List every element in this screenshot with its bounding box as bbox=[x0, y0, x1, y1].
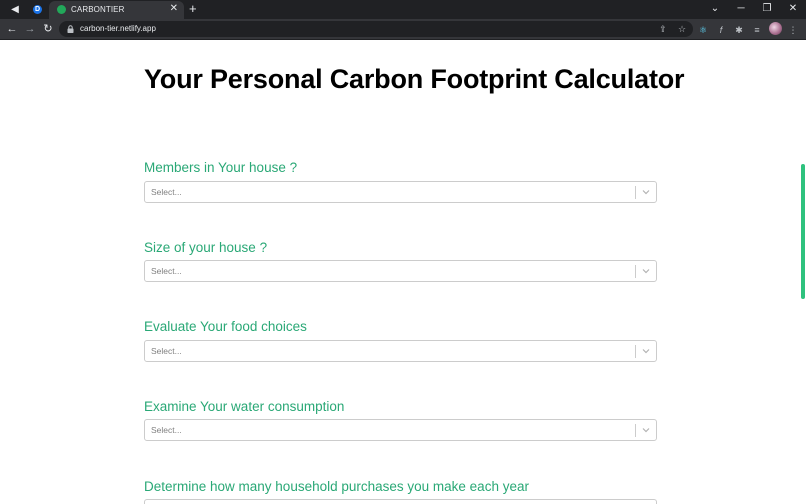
water-consumption-select[interactable]: Select... bbox=[144, 419, 657, 441]
lock-icon bbox=[67, 25, 74, 33]
tab-favicon bbox=[57, 5, 66, 14]
tab-strip: ◀ D CARBONTIER ✕ + ⌄ ─ ❐ ✕ bbox=[0, 0, 806, 19]
share-icon[interactable]: ⇪ bbox=[656, 22, 670, 36]
menu-kebab-icon[interactable]: ⋮ bbox=[786, 23, 800, 37]
household-purchases-select[interactable] bbox=[144, 499, 657, 504]
select-separator bbox=[635, 265, 636, 278]
select-placeholder: Select... bbox=[151, 346, 182, 356]
address-bar[interactable]: carbon-tier.netlify.app ⇪ ☆ bbox=[59, 21, 693, 37]
minimize-icon[interactable]: ─ bbox=[728, 0, 754, 19]
react-devtools-icon[interactable]: ⚛ bbox=[696, 23, 710, 37]
reload-icon[interactable]: ↻ bbox=[40, 21, 56, 37]
food-choices-select[interactable]: Select... bbox=[144, 340, 657, 362]
profile-avatar[interactable] bbox=[769, 22, 782, 35]
select-placeholder: Select... bbox=[151, 425, 182, 435]
chevron-down-icon[interactable] bbox=[641, 266, 651, 276]
question-label-water: Examine Your water consumption bbox=[144, 399, 345, 414]
pinned-tab-favicon: D bbox=[33, 5, 42, 14]
restore-icon[interactable]: ❐ bbox=[754, 0, 780, 19]
tab-search-icon[interactable]: ⌄ bbox=[702, 0, 728, 19]
close-window-icon[interactable]: ✕ bbox=[780, 0, 806, 19]
reading-list-icon[interactable]: ≡ bbox=[750, 23, 764, 37]
audio-icon[interactable]: ◀ bbox=[8, 0, 22, 19]
members-select[interactable]: Select... bbox=[144, 181, 657, 203]
extension-f-icon[interactable]: f bbox=[714, 23, 728, 37]
question-label-house-size: Size of your house ? bbox=[144, 240, 268, 255]
tab-title: CARBONTIER bbox=[71, 5, 125, 14]
chevron-down-icon[interactable] bbox=[641, 187, 651, 197]
select-placeholder: Select... bbox=[151, 266, 182, 276]
forward-icon[interactable]: → bbox=[22, 21, 38, 37]
question-label-food: Evaluate Your food choices bbox=[144, 319, 307, 334]
select-separator bbox=[635, 424, 636, 437]
question-label-purchases: Determine how many household purchases y… bbox=[144, 479, 529, 494]
chevron-down-icon[interactable] bbox=[641, 425, 651, 435]
select-separator bbox=[635, 186, 636, 199]
question-label-members: Members in Your house ? bbox=[144, 160, 298, 175]
chevron-down-icon[interactable] bbox=[641, 346, 651, 356]
page-title: Your Personal Carbon Footprint Calculato… bbox=[144, 64, 685, 94]
pinned-tab[interactable]: D bbox=[29, 2, 45, 17]
select-separator bbox=[635, 345, 636, 358]
house-size-select[interactable]: Select... bbox=[144, 260, 657, 282]
bookmark-star-icon[interactable]: ☆ bbox=[675, 22, 689, 36]
scrollbar-thumb[interactable] bbox=[801, 164, 805, 299]
close-tab-icon[interactable]: ✕ bbox=[170, 2, 178, 16]
select-placeholder: Select... bbox=[151, 187, 182, 197]
back-icon[interactable]: ← bbox=[4, 21, 20, 37]
extensions-puzzle-icon[interactable]: ✱ bbox=[732, 23, 746, 37]
browser-toolbar: ← → ↻ carbon-tier.netlify.app ⇪ ☆ ⚛ f ✱ … bbox=[0, 19, 806, 40]
new-tab-icon[interactable]: + bbox=[189, 1, 197, 17]
active-tab[interactable]: CARBONTIER ✕ bbox=[49, 1, 184, 19]
url-text: carbon-tier.netlify.app bbox=[80, 24, 156, 33]
